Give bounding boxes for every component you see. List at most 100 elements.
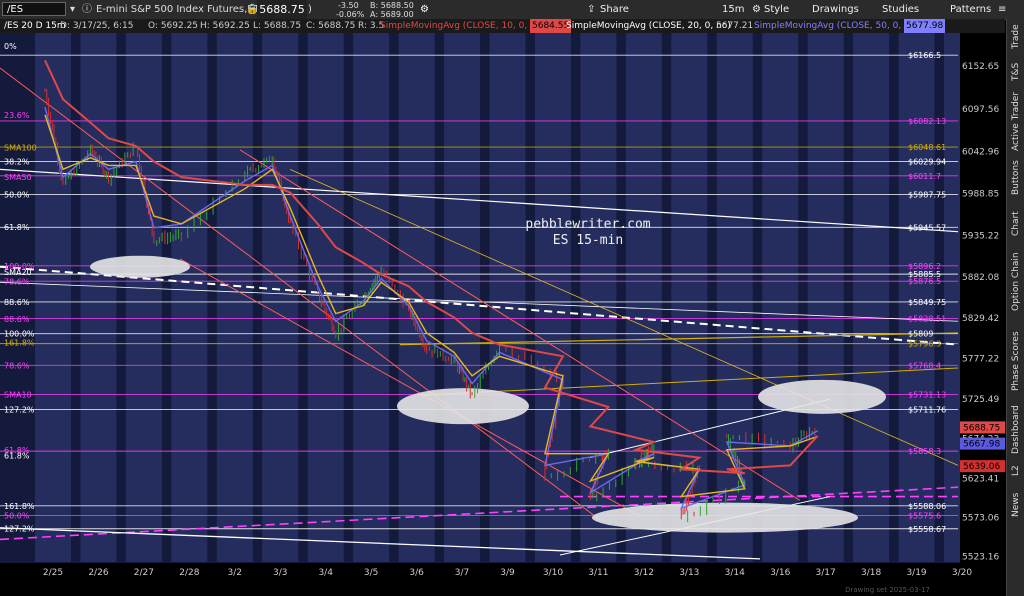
sma20-legend: SimpleMovingAvg (CLOSE, 20, 0, no) [566,21,731,31]
price-level-label: $6029.94 [908,158,946,167]
studies-button[interactable]: Studies [878,1,923,18]
x-tick-label: 3/11 [588,568,608,578]
level-label: SMA20 [4,268,32,277]
side-tab-option-chain[interactable]: Option Chain [1007,245,1024,319]
price-level-label: $5828.51 [908,315,946,324]
level-label: 0% [4,42,17,51]
x-tick-label: 3/2 [228,568,242,578]
x-tick-label: 3/10 [543,568,563,578]
session-band [398,33,435,562]
price-level-label: $5588.06 [908,502,946,511]
y-tick-label: 6097.56 [962,105,999,115]
price-level-label: $5876.5 [908,277,941,286]
level-label: 38.2% [4,158,30,167]
side-tab-news[interactable]: News [1007,485,1024,525]
x-tick-label: 2/27 [134,568,154,578]
x-tick-label: 3/19 [906,568,926,578]
side-tab-l2[interactable]: L2 [1007,459,1024,483]
session-band [35,33,71,562]
level-label: 78.6% [4,278,30,287]
y-tick-label: 6042.96 [962,147,999,157]
ellipse-annotation [758,379,886,414]
x-tick-label: 3/3 [273,568,287,578]
level-label: 161.8% [4,502,35,511]
x-tick-label: 3/17 [816,568,836,578]
ellipse-annotation [592,502,858,533]
settings-icon[interactable]: ⚙ [420,0,429,19]
side-tab-chart[interactable]: Chart [1007,205,1024,243]
price-level-label: $5711.76 [908,405,946,414]
price-level-label: $5796.3 [908,340,941,349]
y-tick-label: 5725.49 [962,395,999,405]
level-label: SMA50 [4,173,32,182]
price-chart[interactable]: pebblewriter.comES 15-min 0% 23.6% SMA100 38… [0,33,1005,596]
session-band [80,33,117,562]
share-button[interactable]: Share [596,1,633,18]
price-level-label: $5987.75 [908,190,946,199]
level-label: 50.0% [4,190,30,199]
session-band [853,33,890,562]
info-open: O: 5692.25 [148,21,199,31]
side-tab-t-s[interactable]: T&S [1007,53,1024,91]
symbol-input[interactable]: /ES [2,2,66,16]
side-tab-phase-scores[interactable]: Phase Scores [1007,321,1024,401]
x-tick-label: 2/28 [179,568,199,578]
chart-title: /ES 20 D 15m [4,21,66,31]
x-tick-label: 3/5 [364,568,378,578]
level-label: 23.6% [4,111,30,120]
level-label: 127.2% [4,524,35,533]
x-tick-label: 3/13 [679,568,699,578]
y-tick-label: 5882.08 [962,273,999,283]
session-band [807,33,844,562]
side-tab-buttons[interactable]: Buttons [1007,153,1024,203]
side-tab-trade[interactable]: Trade [1007,23,1024,51]
menu-icon[interactable]: ≡ [994,1,1010,18]
price-level-label: $5658.3 [908,447,941,456]
session-band [262,33,299,562]
toolbar: /ES ▾ ⓘ E-mini S&P 500 Index Futures,ETH… [0,0,1024,20]
session-band [216,33,253,562]
info-high: H: 5692.25 [200,21,250,31]
axis-price-tag-label: 5688.75 [963,423,1000,433]
x-tick-label: 3/16 [770,568,790,578]
level-label: 50.0% [4,511,30,520]
chart-info-bar: /ES 20 D 15m D: 3/17/25, 6:15 O: 5692.25… [0,19,1005,33]
level-label: 61.8% [4,223,30,232]
session-band [444,33,481,562]
session-band [762,33,799,562]
y-tick-label: 5777.22 [962,354,999,364]
level-label: 61.8% [4,451,30,460]
axis-price-tag-label: 5639.06 [963,462,1000,472]
info-low: L: 5688.75 [253,21,302,31]
x-tick-label: 2/26 [88,568,108,578]
price-level-label: $6082.13 [908,117,946,126]
level-label: SMA10 [4,390,32,399]
price-level-label: $5809 [908,330,933,339]
footer-note: Drawing set 2025-03-17 [845,586,930,594]
interval-selector[interactable]: 15m [718,1,748,18]
session-band [489,33,526,562]
price-level-label: $6048.61 [908,143,946,152]
patterns-button[interactable]: Patterns [946,1,995,18]
drawings-button[interactable]: Drawings [808,1,863,18]
instrument-info-icon[interactable]: ⓘ [82,0,92,19]
y-tick-label: 6152.65 [962,62,999,72]
x-tick-label: 2/25 [43,568,63,578]
level-label: 161.8% [4,338,35,347]
session-band [625,33,662,562]
price-level-label: $5731.13 [908,390,946,399]
session-band [580,33,617,562]
axis-price-tag-label: 5667.98 [963,440,1000,450]
level-label: 78.6% [4,362,30,371]
watermark-line-1: pebblewriter.com [525,217,650,232]
style-button[interactable]: Style [760,1,793,18]
sma50-value: 5677.98 [904,19,946,33]
y-tick-label: 5573.06 [962,514,999,524]
level-label: SMA100 [4,144,37,153]
level-label: 127.2% [4,405,35,414]
side-tab-active-trader[interactable]: Active Trader [1007,92,1024,151]
symbol-menu-icon[interactable]: ▾ [70,0,75,19]
side-tab-dashboard[interactable]: Dashboard [1007,403,1024,457]
side-tab-strip: Trade T&S Active Trader Buttons Chart Option … [1006,19,1024,596]
level-label: 88.6% [4,315,30,324]
